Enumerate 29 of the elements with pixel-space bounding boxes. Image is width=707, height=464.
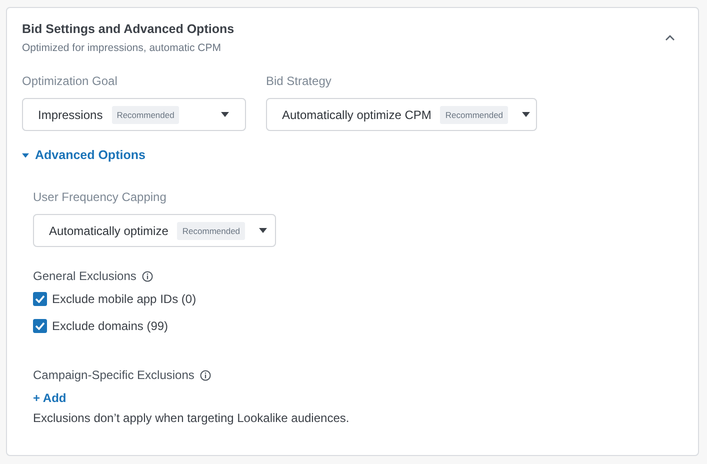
field-label: Bid Strategy (266, 74, 332, 88)
caret-icon (259, 228, 268, 233)
recommended-badge: Recommended (177, 222, 246, 240)
recommended-badge: Recommended (440, 106, 508, 124)
section-label: General Exclusions (33, 269, 136, 283)
dropdown[interactable]: Automatically optimize Recommended (33, 214, 276, 247)
info-icon[interactable] (142, 270, 154, 282)
add-link[interactable]: + Add (33, 391, 66, 405)
caret-icon (22, 152, 29, 158)
section-label: Campaign-Specific Exclusions (33, 368, 194, 382)
checkbox[interactable] (33, 292, 47, 306)
caret-icon (221, 112, 229, 117)
field-label: User Frequency Capping (33, 190, 168, 204)
card-subtitle: Optimized for impressions, automatic CPM (22, 42, 222, 54)
card-title: Bid Settings and Advanced Options (22, 22, 236, 36)
dropdown[interactable]: Impressions Recommended (22, 98, 246, 131)
exclusions-note: Exclusions don’t apply when targeting Lookalike audiences. (33, 411, 350, 425)
dropdown[interactable]: Automatically optimize CPM Recommended (266, 98, 537, 131)
checkbox[interactable] (33, 319, 47, 333)
recommended-badge: Recommended (112, 106, 180, 124)
advanced-options-toggle[interactable]: Advanced Options (22, 148, 146, 162)
field-label: Optimization Goal (22, 74, 118, 88)
caret-icon (522, 112, 530, 117)
info-icon[interactable] (200, 370, 212, 380)
dropdown-value: Impressions (38, 108, 103, 122)
dropdown-value: Automatically optimize (49, 224, 168, 238)
checkbox-label: Exclude domains (99) (52, 319, 168, 333)
checkbox-label: Exclude mobile app IDs (0) (52, 292, 196, 306)
dropdown-value: Automatically optimize CPM (282, 108, 432, 122)
